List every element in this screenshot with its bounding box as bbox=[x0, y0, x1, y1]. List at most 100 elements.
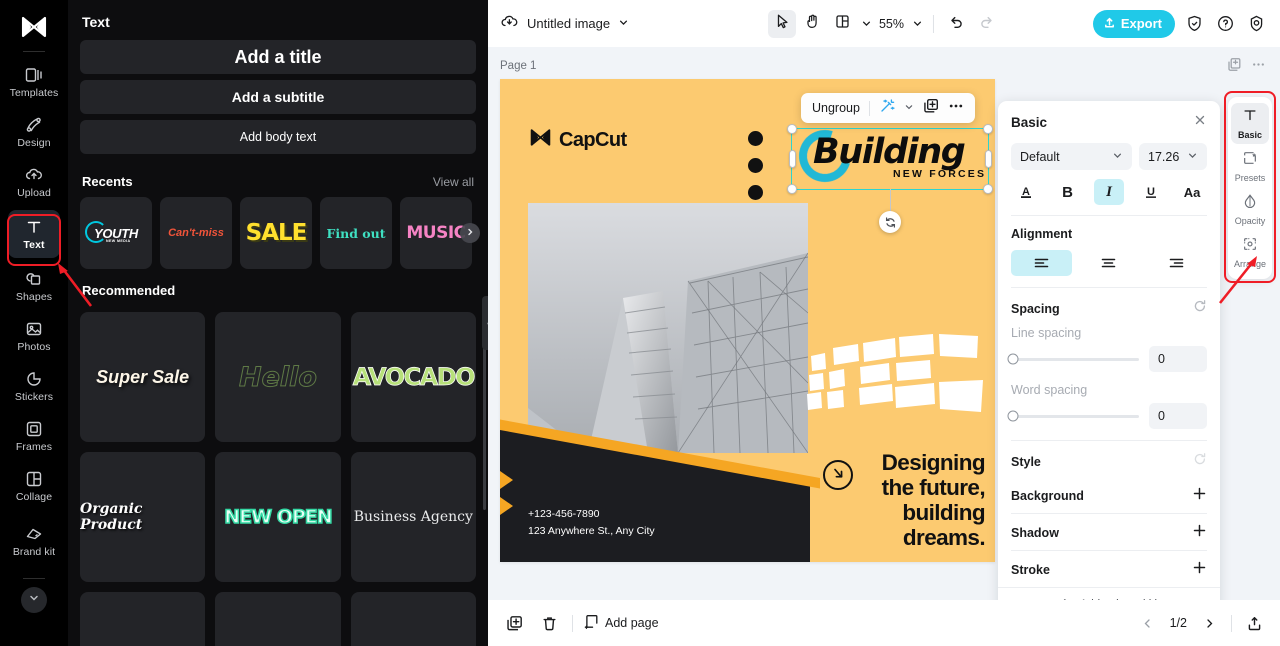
redo-button[interactable] bbox=[972, 10, 1000, 38]
recommended-item[interactable]: Organic Product bbox=[80, 452, 206, 582]
reset-icon[interactable] bbox=[1193, 299, 1207, 318]
vrail-item-opacity[interactable]: Opacity bbox=[1231, 189, 1269, 230]
layout-dropdown-chevron[interactable] bbox=[858, 10, 874, 38]
font-family-select[interactable]: Default bbox=[1011, 143, 1132, 170]
duplicate-page-icon[interactable] bbox=[1227, 57, 1242, 77]
line-spacing-input[interactable]: 0 bbox=[1149, 346, 1207, 372]
selection-bounding-box[interactable] bbox=[787, 124, 993, 233]
sidebar-item-stickers[interactable]: Stickers bbox=[8, 362, 60, 410]
font-size-select[interactable]: 17.26 bbox=[1139, 143, 1207, 170]
magic-wand-icon[interactable] bbox=[879, 98, 895, 119]
sidebar-item-templates[interactable]: Templates bbox=[8, 58, 60, 106]
select-tool-button[interactable] bbox=[767, 9, 796, 38]
sidebar-item-photos[interactable]: Photos bbox=[8, 312, 60, 360]
export-page-icon[interactable] bbox=[1242, 611, 1266, 635]
add-to-brand-kit-button[interactable]: Add to brand kit bbox=[998, 587, 1220, 600]
align-right-button[interactable] bbox=[1146, 250, 1207, 276]
undo-button[interactable] bbox=[942, 10, 970, 38]
more-options-icon[interactable] bbox=[948, 98, 964, 119]
add-subtitle-button[interactable]: Add a subtitle bbox=[80, 80, 476, 114]
hand-tool-button[interactable] bbox=[798, 10, 826, 38]
shield-check-icon[interactable] bbox=[1182, 12, 1206, 36]
line-spacing-slider[interactable] bbox=[1007, 353, 1139, 365]
resize-handle-right[interactable] bbox=[984, 150, 992, 168]
sidebar-item-shapes[interactable]: Shapes bbox=[8, 262, 60, 310]
text-case-button[interactable]: Aa bbox=[1177, 179, 1207, 205]
settings-icon[interactable] bbox=[1244, 12, 1268, 36]
close-icon[interactable] bbox=[1193, 113, 1207, 132]
sidebar-item-upload[interactable]: Upload bbox=[8, 158, 60, 206]
panel-divider bbox=[1011, 440, 1207, 441]
add-body-text-button[interactable]: Add body text bbox=[80, 120, 476, 154]
recommended-item[interactable]: Hello bbox=[215, 312, 341, 442]
recommended-item[interactable]: AVOCADO bbox=[350, 312, 476, 442]
plus-icon[interactable] bbox=[1192, 560, 1207, 580]
italic-button[interactable]: I bbox=[1094, 179, 1124, 205]
chevron-down-icon[interactable] bbox=[904, 99, 914, 117]
resize-handle-bl[interactable] bbox=[787, 184, 797, 194]
style-row-background[interactable]: Background bbox=[1011, 479, 1207, 513]
recents-view-all-link[interactable]: View all bbox=[433, 175, 474, 189]
recommended-item[interactable] bbox=[80, 592, 206, 646]
resize-handle-tl[interactable] bbox=[787, 124, 797, 134]
style-row-stroke[interactable]: Stroke bbox=[1011, 553, 1207, 587]
word-spacing-input[interactable]: 0 bbox=[1149, 403, 1207, 429]
sidebar-item-brand-kit[interactable]: Brand kit bbox=[8, 512, 60, 570]
capcut-logo-icon[interactable] bbox=[14, 8, 54, 46]
recommended-item[interactable] bbox=[350, 592, 476, 646]
slider-knob[interactable] bbox=[1007, 410, 1019, 422]
layout-tool-button[interactable] bbox=[828, 10, 856, 38]
chevron-right-icon[interactable] bbox=[1197, 611, 1221, 635]
recommended-item[interactable]: Super Sale bbox=[80, 312, 206, 442]
resize-handle-br[interactable] bbox=[983, 184, 993, 194]
file-name-menu[interactable]: Untitled image bbox=[500, 12, 629, 36]
sidebar-item-text[interactable]: Text bbox=[8, 210, 60, 258]
recommended-item[interactable]: NEW OPEN bbox=[215, 452, 341, 582]
recents-next-button[interactable] bbox=[460, 223, 480, 243]
rotate-handle[interactable] bbox=[879, 211, 901, 233]
sidebar-item-frames[interactable]: Frames bbox=[8, 412, 60, 460]
export-button[interactable]: Export bbox=[1092, 9, 1175, 38]
sidebar-item-collage[interactable]: Collage bbox=[8, 462, 60, 510]
add-title-button[interactable]: Add a title bbox=[80, 40, 476, 74]
canvas-slogan[interactable]: Designing the future, building dreams. bbox=[882, 450, 986, 550]
reset-icon[interactable] bbox=[1193, 452, 1207, 471]
slider-knob[interactable] bbox=[1007, 353, 1019, 365]
recommended-item[interactable] bbox=[215, 592, 341, 646]
add-page-button[interactable]: Add page bbox=[584, 614, 659, 633]
panel-scrollbar[interactable] bbox=[483, 330, 486, 510]
panel-collapse-handle[interactable] bbox=[482, 296, 488, 350]
recents-item[interactable]: Find out bbox=[320, 197, 392, 269]
ungroup-button[interactable]: Ungroup bbox=[812, 101, 860, 115]
more-options-icon[interactable] bbox=[1251, 57, 1266, 77]
align-center-button[interactable] bbox=[1078, 250, 1139, 276]
recommended-item[interactable]: Business Agency bbox=[350, 452, 476, 582]
word-spacing-slider[interactable] bbox=[1007, 410, 1139, 422]
resize-handle-tr[interactable] bbox=[983, 124, 993, 134]
trash-icon[interactable] bbox=[537, 611, 561, 635]
plus-icon[interactable] bbox=[1192, 523, 1207, 543]
vrail-item-arrange[interactable]: Arrange bbox=[1231, 232, 1269, 273]
duplicate-icon[interactable] bbox=[923, 98, 939, 119]
underline-button[interactable]: U bbox=[1136, 179, 1166, 205]
chevron-left-icon[interactable] bbox=[1136, 611, 1160, 635]
text-color-button[interactable]: A bbox=[1011, 179, 1041, 205]
capcut-logo-icon bbox=[528, 127, 553, 153]
recents-item[interactable]: Can't-miss bbox=[160, 197, 232, 269]
vrail-item-presets[interactable]: Presets bbox=[1231, 146, 1269, 187]
sidebar-item-design[interactable]: Design bbox=[8, 108, 60, 156]
style-row-shadow[interactable]: Shadow bbox=[1011, 516, 1207, 550]
plus-icon[interactable] bbox=[1192, 486, 1207, 506]
duplicate-page-icon[interactable] bbox=[502, 611, 526, 635]
resize-handle-left[interactable] bbox=[788, 150, 796, 168]
zoom-level-value[interactable]: 55% bbox=[876, 17, 907, 31]
align-left-button[interactable] bbox=[1011, 250, 1073, 276]
bold-button[interactable]: B bbox=[1053, 179, 1083, 205]
recents-item[interactable]: SALE bbox=[240, 197, 312, 269]
sidebar-collapse-button[interactable] bbox=[21, 587, 47, 613]
recents-item[interactable]: YOUTH NEW MEDIA bbox=[80, 197, 152, 269]
zoom-dropdown-chevron[interactable] bbox=[909, 10, 925, 38]
canvas-photo[interactable] bbox=[528, 203, 808, 453]
help-circle-icon[interactable] bbox=[1213, 12, 1237, 36]
vrail-item-basic[interactable]: Basic bbox=[1231, 103, 1269, 144]
